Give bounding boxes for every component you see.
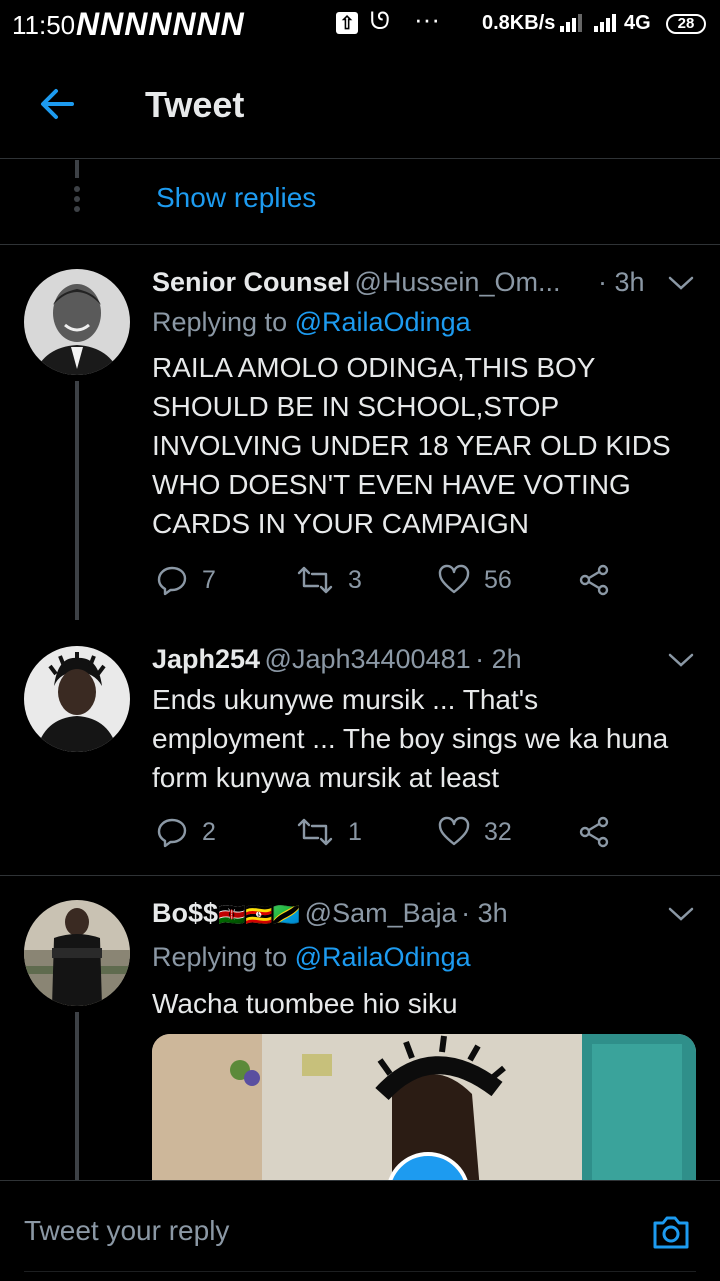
- chevron-down-icon[interactable]: [668, 906, 694, 922]
- tweet-text: RAILA AMOLO ODINGA,THIS BOY SHOULD BE IN…: [152, 352, 671, 539]
- reply-count: 2: [202, 817, 216, 846]
- chevron-down-icon[interactable]: [668, 275, 694, 291]
- retweet-count: 1: [348, 817, 362, 846]
- share-button[interactable]: [578, 564, 610, 596]
- like-count: 32: [484, 817, 512, 846]
- avatar[interactable]: [24, 646, 130, 752]
- display-name[interactable]: Japh254: [152, 644, 260, 674]
- upload-icon: ⇧: [336, 12, 358, 34]
- mention-link[interactable]: @RailaOdinga: [295, 307, 471, 337]
- avatar[interactable]: [24, 269, 130, 375]
- mention-link[interactable]: @RailaOdinga: [295, 942, 471, 972]
- thread-line: [75, 381, 79, 620]
- reply-input-underline: [24, 1271, 696, 1272]
- thread-line: [75, 160, 79, 178]
- retweet-count: 3: [348, 565, 362, 594]
- page-title: Tweet: [145, 84, 245, 125]
- tweet-actions: 2 1 32: [156, 816, 696, 856]
- tweet-header: Bo$$🇰🇪🇺🇬🇹🇿 @Sam_Baja · 3h: [152, 898, 662, 929]
- replying-to-label: Replying to: [152, 307, 288, 337]
- retweet-icon: [297, 818, 333, 846]
- chevron-down-icon[interactable]: [668, 652, 694, 668]
- flag-emojis: 🇰🇪🇺🇬🇹🇿: [218, 902, 301, 927]
- reply-icon: [157, 818, 187, 848]
- reply-icon: [157, 566, 187, 596]
- retweet-button[interactable]: 3: [296, 564, 362, 596]
- show-replies-link[interactable]: Show replies: [156, 182, 316, 214]
- tweet[interactable]: Bo$$🇰🇪🇺🇬🇹🇿 @Sam_Baja · 3h Replying to @R…: [0, 876, 720, 1180]
- reply-input[interactable]: Tweet your reply: [24, 1215, 229, 1247]
- reply-button[interactable]: 2: [156, 816, 216, 848]
- like-count: 56: [484, 565, 512, 594]
- camera-icon[interactable]: [650, 1211, 692, 1253]
- more-notifications-icon: ···: [414, 4, 440, 34]
- tweet-time: · 3h: [461, 898, 508, 928]
- video-thumbnail[interactable]: [152, 1034, 696, 1180]
- replying-to: Replying to @RailaOdinga: [152, 942, 471, 973]
- display-name[interactable]: Bo$$: [152, 898, 218, 928]
- network-speed: 0.8KB/s: [482, 12, 556, 34]
- like-button[interactable]: 32: [438, 816, 512, 848]
- signal-icon-2: [594, 12, 620, 37]
- user-handle[interactable]: @Hussein_Om...: [354, 267, 560, 297]
- reply-button[interactable]: 7: [156, 564, 216, 596]
- network-type: 4G: [624, 12, 651, 34]
- reply-bar: Tweet your reply: [0, 1180, 720, 1281]
- replying-to: Replying to @RailaOdinga: [152, 307, 471, 338]
- signal-icon: [560, 12, 586, 37]
- user-handle[interactable]: @Sam_Baja: [305, 898, 457, 928]
- user-handle[interactable]: @Japh34400481: [265, 644, 471, 674]
- heart-icon: [438, 816, 470, 846]
- share-icon: [579, 816, 609, 848]
- avatar[interactable]: [24, 900, 130, 1006]
- face-icon: ᘎ: [370, 8, 390, 35]
- status-time: 11:50: [12, 10, 76, 40]
- tweet-time: · 3h: [598, 267, 645, 297]
- display-name[interactable]: Senior Counsel: [152, 267, 350, 297]
- tweet-header: Japh254 @Japh34400481 · 2h: [152, 644, 662, 675]
- tweet-text: Ends ukunywe mursik ... That's employmen…: [152, 684, 669, 793]
- retweet-icon: [297, 566, 333, 594]
- retweet-button[interactable]: 1: [296, 816, 362, 848]
- app-header: Tweet: [0, 52, 720, 159]
- tweet-actions: 7 3 56: [156, 564, 696, 604]
- notification-icons: NNNNNNN: [76, 6, 245, 42]
- tweet-header: Senior Counsel @Hussein_Om...: [152, 267, 662, 298]
- battery-icon: 28: [666, 14, 706, 34]
- tweet-time: · 2h: [475, 644, 522, 674]
- tweet-text: Wacha tuombee hio siku: [152, 988, 458, 1019]
- heart-icon: [438, 564, 470, 594]
- reply-count: 7: [202, 565, 216, 594]
- show-replies-row[interactable]: Show replies: [0, 160, 720, 245]
- replying-to-label: Replying to: [152, 942, 288, 972]
- thread-dots-icon: [74, 186, 80, 217]
- thread-line: [75, 1012, 79, 1180]
- share-icon: [579, 564, 609, 596]
- tweet[interactable]: Japh254 @Japh34400481 · 2h Ends ukunywe …: [0, 622, 720, 874]
- like-button[interactable]: 56: [438, 564, 512, 596]
- back-arrow-icon[interactable]: [36, 82, 80, 126]
- share-button[interactable]: [578, 816, 610, 848]
- tweet[interactable]: Senior Counsel @Hussein_Om... · 3h Reply…: [0, 245, 720, 620]
- status-bar: 11:50 NNNNNNN ⇧ ᘎ ··· 0.8KB/s 4G 28: [0, 0, 720, 50]
